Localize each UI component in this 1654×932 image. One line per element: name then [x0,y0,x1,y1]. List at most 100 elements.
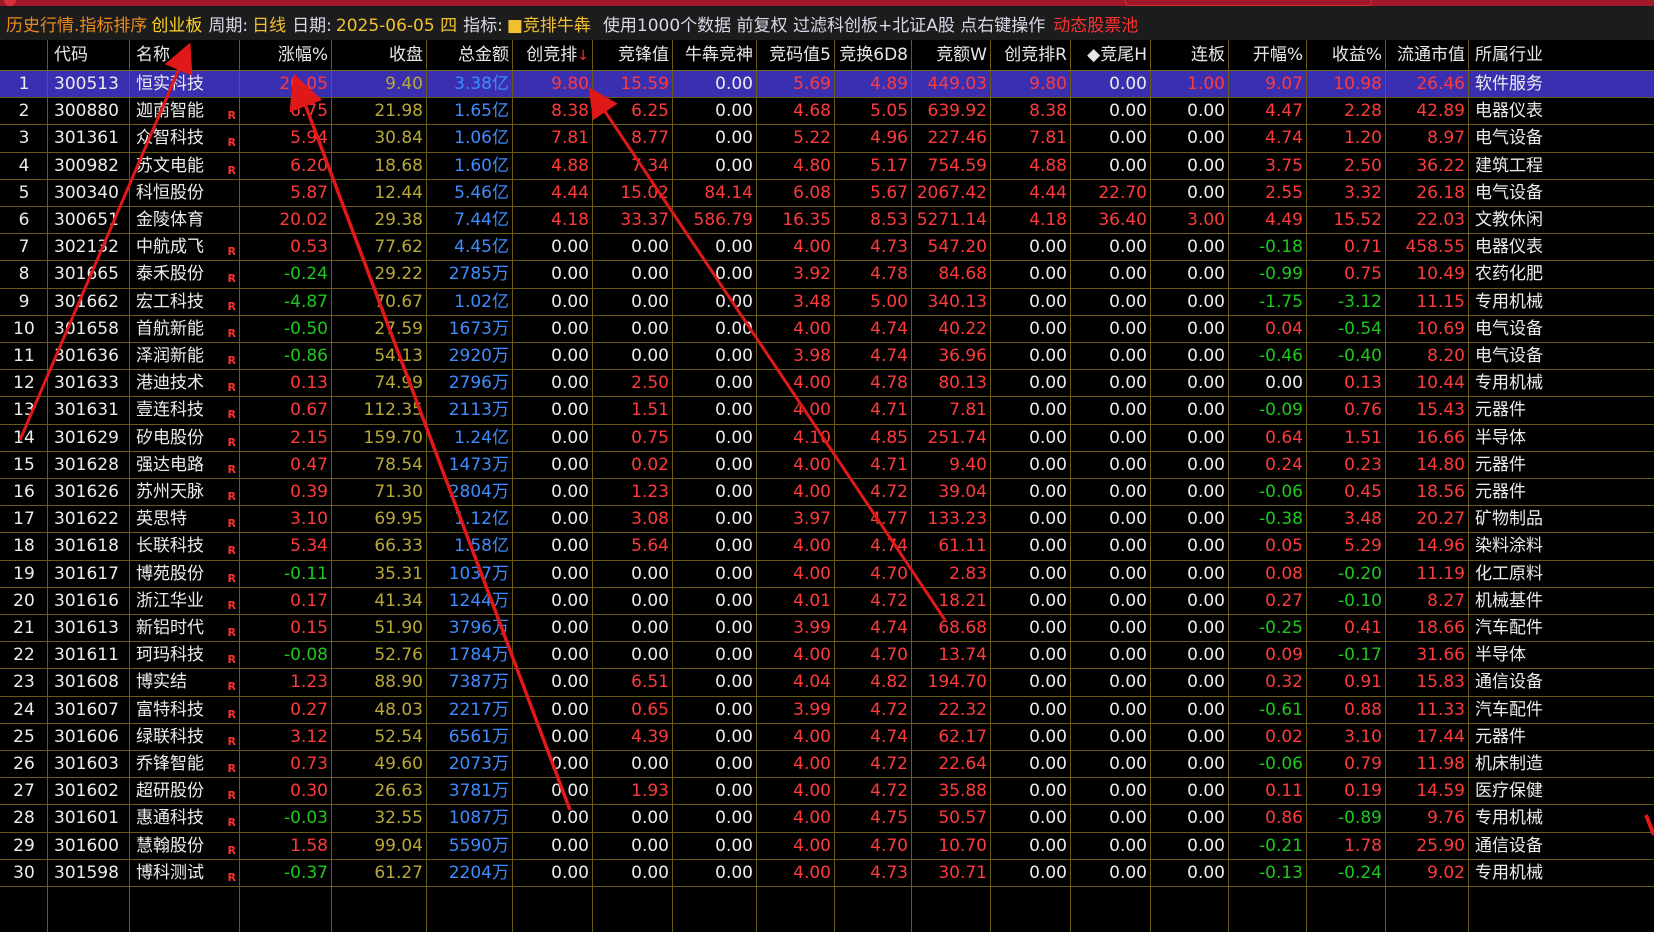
table-row[interactable]: 20 301616 浙江华业 R 0.17 41.34 1244万 0.00 0.00 0.00 4… [0,588,1654,615]
industry: 电气设备 [1475,318,1543,339]
stock-name: 迦南智能 R [130,98,240,125]
jmz5-value: 4.00 [793,645,831,666]
cjpr-value: 0.00 [1029,754,1067,774]
column-header-jwh-value[interactable]: ◆竞尾H [1071,40,1151,70]
column-header-stock-name[interactable]: 名称 [130,40,240,70]
column-header-close-price[interactable]: 收盘 [332,40,427,70]
table-row[interactable]: 2 300880 迦南智能 R 6.75 21.98 1.65亿 8.38 6.25 0.00 4.… [0,98,1654,126]
nbjs-value: 0.00 [715,155,753,176]
dynamic-pool-link[interactable]: 动态股票池 [1053,11,1138,36]
jew-value: 30.71 [938,862,987,883]
open-pct: 0.24 [1265,454,1303,475]
open-pct: -0.13 [1259,862,1303,883]
board-selector[interactable]: 创业板 [151,11,202,36]
close-price: 49.60 [374,754,423,774]
table-row[interactable]: 9 301662 宏工科技 R -4.87 70.67 1.02亿 0.00 0.00 0.00 3… [0,289,1654,316]
jfz-value: 0.00 [631,237,669,258]
jwh-value: 22.70 [1098,182,1147,203]
table-row[interactable]: 30 301598 博科测试 R -0.37 61.27 2204万 0.00 0.00 0.00… [0,860,1654,887]
jwh-value: 0.00 [1109,536,1147,557]
table-row[interactable]: 19 301617 博苑股份 R -0.11 35.31 1037万 0.00 0.00 0.00… [0,561,1654,588]
column-header-jh6d8-value[interactable]: 竞换6D8 [835,40,912,70]
column-header-open-pct[interactable]: 开幅% [1229,40,1307,70]
column-header-nbjs-value[interactable]: 牛犇竞神 [673,40,757,70]
column-header-industry[interactable]: 所属行业 [1469,40,1654,70]
table-row[interactable]: 8 301665 泰禾股份 R -0.24 29.22 2785万 0.00 0.00 0.00 3… [0,261,1654,289]
jew-value: 62.17 [938,726,987,747]
table-row[interactable]: 23 301608 博实结 R 1.23 88.90 7387万 0.00 6.51 0.00 4.… [0,669,1654,697]
stock-code: 301607 [54,699,119,720]
table-row[interactable]: 4 300982 苏文电能 R 6.20 18.68 1.60亿 4.88 7.34 0.00 4.… [0,153,1654,180]
total-amount: 2113万 [448,400,509,421]
jwh-value: 0.00 [1109,835,1147,856]
column-header-jmz5-value[interactable]: 竞码值5 [757,40,835,70]
close-price: 88.90 [374,672,423,693]
column-header-jew-value[interactable]: 竞额W [912,40,991,70]
row-index: 5 [18,182,30,203]
table-row[interactable]: 25 301606 绿联科技 R 3.12 52.54 6561万 0.00 4.39 0.00 4… [0,724,1654,751]
table-row[interactable]: 11 301636 泽润新能 R -0.86 54.13 2920万 0.00 0.00 0.00… [0,343,1654,371]
column-divider [129,40,130,932]
float-mktcap: 25.90 [1416,835,1465,856]
jh6d8-value: 4.78 [870,264,908,285]
column-header-stock-code[interactable]: 代码 [48,40,130,70]
table-row[interactable]: 28 301601 惠通科技 R -0.03 32.55 1087万 0.00 0.00 0.00… [0,805,1654,833]
industry: 半导体 [1475,645,1526,666]
table-row[interactable]: 27 301602 超研股份 R 0.30 26.63 3781万 0.00 1.93 0.00 4… [0,778,1654,806]
column-header-lianban-value[interactable]: 连板 [1151,40,1229,70]
indicator-selector[interactable]: ■竞排牛犇 [507,11,591,36]
table-row[interactable]: 14 301629 矽电股份 R 2.15 159.70 1.24亿 0.00 0.75 0.00… [0,425,1654,452]
industry: 电器仪表 [1475,237,1543,258]
column-header-jfz-value[interactable]: 竞锋值 [593,40,673,70]
table-row[interactable]: 29 301600 慧翰股份 R 1.58 99.04 5590万 0.00 0.00 0.00 4… [0,833,1654,860]
jwh-value: 0.00 [1109,754,1147,774]
table-row[interactable]: 5 300340 科恒股份 5.87 12.44 5.46亿 4.44 15.02 84.14 6… [0,180,1654,207]
nbjs-value: 0.00 [715,781,753,802]
nbjs-value: 0.00 [715,237,753,258]
table-row[interactable]: 26 301603 乔锋智能 R 0.73 49.60 2073万 0.00 0.00 0.00 4… [0,751,1654,779]
period-selector[interactable]: 日线 [252,11,286,36]
jew-value: 340.13 [927,291,987,312]
column-header-return-pct[interactable]: 收益% [1307,40,1386,70]
table-row[interactable]: 18 301618 长联科技 R 5.34 66.33 1.58亿 0.00 5.64 0.00 4… [0,533,1654,561]
column-header-float-mktcap[interactable]: 流通市值 [1386,40,1469,70]
table-row[interactable]: 12 301633 港迪技术 R 0.13 74.99 2796万 0.00 2.50 0.00 4… [0,370,1654,398]
table-row[interactable]: 16 301626 苏州天脉 R 0.39 71.30 2804万 0.00 1.23 0.00 4… [0,479,1654,507]
table-row[interactable]: 15 301628 强达电路 R 0.47 78.54 1473万 0.00 0.02 0.00 4… [0,452,1654,479]
column-header-change-pct[interactable]: 涨幅% [240,40,332,70]
cjpr-value: 0.00 [1029,781,1067,802]
table-row-selected[interactable]: 1 300513 恒实科技 20.05 9.40 3.38亿 9.80 15.59 0.00 5.… [0,71,1654,99]
row-index: 9 [18,291,30,312]
return-pct: 0.76 [1344,400,1382,421]
stock-code: 301613 [54,618,119,638]
column-divider [990,40,991,932]
stock-name: 壹连科技 R [130,397,240,424]
jfz-value: 0.02 [631,454,669,475]
close-price: 54.13 [374,346,423,366]
date-selector[interactable]: 2025-06-05 四 [336,11,457,36]
table-row[interactable]: 22 301611 珂玛科技 R -0.08 52.76 1784万 0.00 0.00 0.00… [0,642,1654,670]
change-pct: -0.37 [284,862,328,883]
table-row[interactable]: 24 301607 富特科技 R 0.27 48.03 2217万 0.00 0.65 0.00 3… [0,697,1654,724]
jh6d8-value: 4.71 [870,454,908,475]
stock-code: 301618 [54,536,119,557]
table-row[interactable]: 10 301658 首航新能 R -0.50 27.59 1673万 0.00 0.00 0.00… [0,316,1654,343]
lianban-value: 0.00 [1187,318,1225,339]
return-pct: 0.13 [1344,373,1382,394]
table-row[interactable]: 13 301631 壹连科技 R 0.67 112.35 2113万 0.00 1.51 0.00… [0,397,1654,425]
close-price: 78.54 [374,454,423,475]
cjpr-value: 0.00 [1029,563,1067,584]
table-row[interactable]: 7 302132 中航成飞 R 0.53 77.62 4.45亿 0.00 0.00 0.00 4.… [0,234,1654,262]
table-row[interactable]: 21 301613 新铝时代 R 0.15 51.90 3796万 0.00 0.00 0.00 3… [0,615,1654,643]
table-row[interactable]: 6 300651 金陵体育 20.02 29.38 7.44亿 4.18 33.37 586.7… [0,207,1654,235]
column-header-cjpr-value[interactable]: 创竞排R [991,40,1071,70]
change-pct: 0.17 [290,590,328,611]
column-header-row-index[interactable] [0,40,48,70]
lianban-value: 0.00 [1187,781,1225,802]
jh6d8-value: 4.70 [870,835,908,856]
column-header-total-amount[interactable]: 总金额 [427,40,513,70]
table-row[interactable]: 3 301361 众智科技 R 5.94 30.84 1.06亿 7.81 8.77 0.00 5.… [0,125,1654,153]
table-row[interactable]: 17 301622 英思特 R 3.10 69.95 1.12亿 0.00 3.08 0.00 3.… [0,506,1654,534]
column-header-cjp-value[interactable]: 创竞排↓ [513,40,593,70]
lianban-value: 0.00 [1187,536,1225,557]
